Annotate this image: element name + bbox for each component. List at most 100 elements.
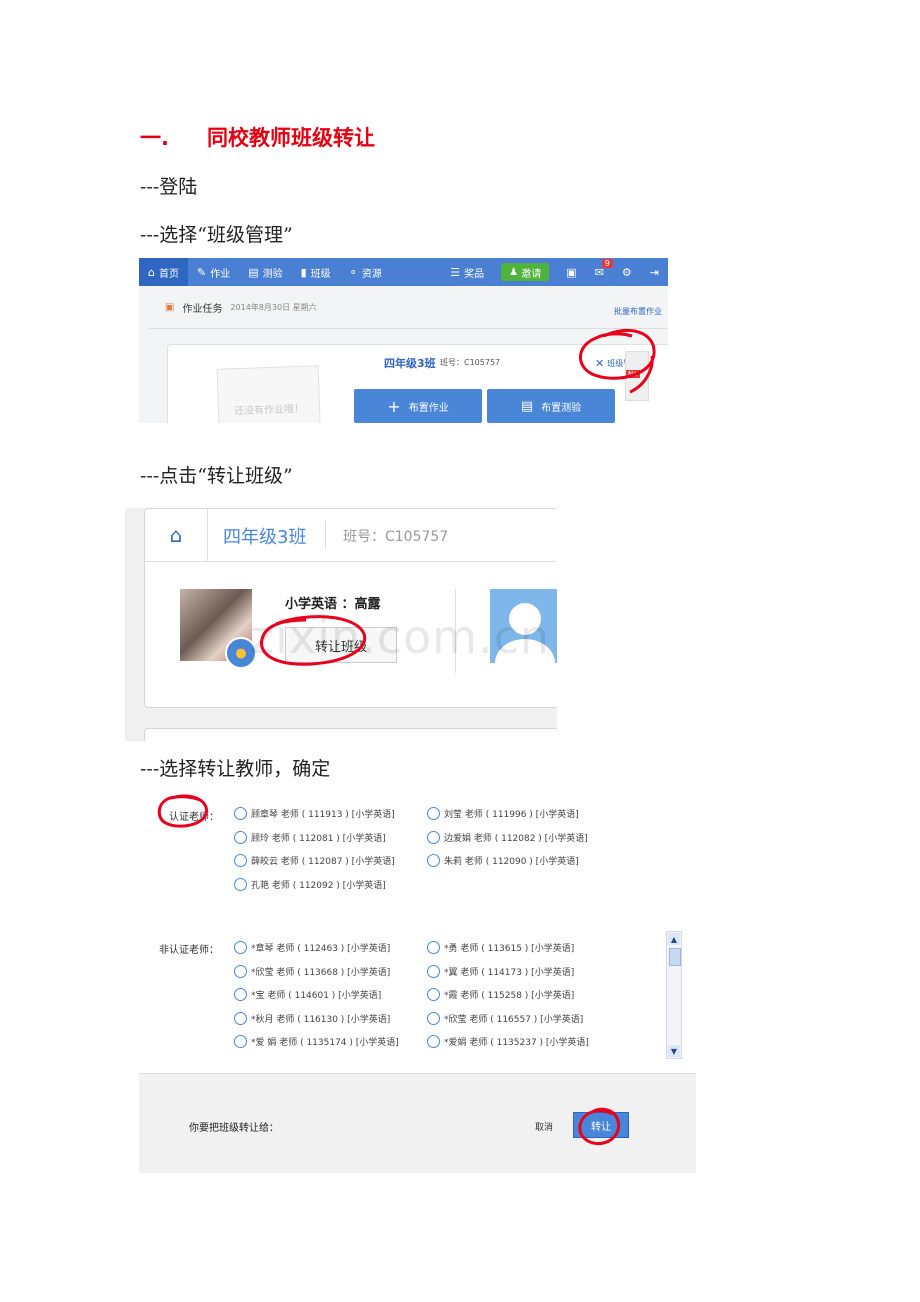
teacher-option[interactable]: *霞 老师 ( 115258 ) [小学英语] [427, 988, 574, 1001]
edit-icon: ✎ [196, 265, 207, 279]
radio-button[interactable] [427, 1011, 440, 1025]
divider [149, 328, 668, 329]
nav-class-label: 班级 [310, 268, 331, 280]
lower-panel [144, 728, 557, 741]
teacher-option-label: 边爱娟 老师 ( 112082 ) [小学英语] [444, 833, 588, 844]
teacher-option-label: 刘莹 老师 ( 111996 ) [小学英语] [444, 810, 579, 820]
radio-button[interactable] [234, 964, 247, 978]
radio-button[interactable] [234, 1011, 247, 1025]
confirm-transfer-button[interactable]: 转让 [573, 1112, 629, 1138]
radio-button[interactable] [427, 807, 440, 820]
plus-icon: + [387, 396, 401, 416]
user-add-icon: ♟ [509, 266, 519, 278]
class-panel: ⌂ 四年级3班 班号：C105757 ● 小学英语 ：高露 转让班级 [144, 508, 557, 708]
nav-quiz[interactable]: ▤ 测验 [239, 258, 291, 286]
gear-icon: ⚙ [621, 265, 632, 279]
document-icon: ▤ [520, 398, 534, 414]
scroll-down-arrow[interactable]: ▼ [668, 1045, 680, 1057]
radio-button[interactable] [234, 941, 247, 954]
teacher-option[interactable]: *欣莹 老师 ( 116557 ) [小学英语] [427, 1011, 583, 1025]
transfer-question: 你要把班级转让给： [189, 1123, 279, 1134]
teacher-option[interactable]: *翼 老师 ( 114173 ) [小学英语] [427, 964, 575, 978]
invite-button[interactable]: ♟ 邀请 [501, 263, 550, 281]
teacher-option[interactable]: *秋月 老师 ( 116130 ) [小学英语] [234, 1011, 390, 1025]
nav-resources[interactable]: ⚬ 资源 [340, 258, 391, 286]
cancel-button[interactable]: 取消 [535, 1120, 553, 1133]
teacher-option[interactable]: 刘莹 老师 ( 111996 ) [小学英语] [427, 807, 579, 820]
teacher-option[interactable]: *宝 老师 ( 114601 ) [小学英语] [234, 988, 381, 1001]
scroll-thumb[interactable] [669, 948, 681, 966]
settings-button[interactable]: ⚙ [613, 258, 641, 286]
teacher-option[interactable]: *勇 老师 ( 113615 ) [小学英语] [427, 941, 574, 954]
teacher-option-label: *欣莹 老师 ( 113668 ) [小学英语] [251, 967, 391, 978]
nav-homework[interactable]: ✎ 作业 [188, 258, 239, 286]
class-icon: ▮ [300, 265, 307, 279]
radio-button[interactable] [427, 1035, 440, 1048]
assign-quiz-button[interactable]: ▤ 布置测验 [487, 389, 615, 423]
radio-button[interactable] [427, 964, 440, 978]
new-badge: Ne [626, 370, 640, 378]
teacher-option[interactable]: *爱 娟 老师 ( 1135174 ) [小学英语] [234, 1035, 399, 1048]
task-date: 2014年8月30日 星期六 [230, 303, 317, 312]
screenshot-choose-teacher: 认证老师： 顾章琴 老师 ( 111913 ) [小学英语] 刘莹 老师 ( 11… [139, 790, 696, 1173]
scroll-up-arrow[interactable]: ▲ [668, 933, 680, 945]
section-number: 一. [140, 126, 169, 150]
teacher-option[interactable]: *章琴 老师 ( 112463 ) [小学英语] [234, 941, 390, 954]
class-card: 还没有作业哦！ 四年级3班 班号：C105757 ✕ 班级管理 + 布置作业 ▤ 布置… [167, 344, 668, 423]
teacher-option-label: 薛皎云 老师 ( 112087 ) [小学英语] [251, 857, 395, 867]
invite-label: 邀请 [521, 268, 542, 280]
clipboard-icon: ▤ [248, 265, 259, 279]
teacher-option[interactable]: 顾玲 老师 ( 112081 ) [小学英语] [234, 830, 386, 844]
radio-button[interactable] [234, 988, 247, 1001]
teacher-option-label: *爱娟 老师 ( 1135237 ) [小学英语] [444, 1038, 589, 1048]
radio-button[interactable] [234, 807, 247, 820]
radio-button[interactable] [234, 1035, 247, 1048]
home-button[interactable]: ⌂ [145, 509, 208, 561]
step-choose-teacher: ---选择转让教师，确定 [140, 758, 331, 780]
teacher-option[interactable]: *爱娟 老师 ( 1135237 ) [小学英语] [427, 1035, 589, 1048]
calendar-icon: ▣ [165, 302, 175, 313]
task-title: 作业任务 [182, 304, 223, 315]
radio-button[interactable] [234, 877, 247, 891]
radio-button[interactable] [234, 830, 247, 844]
nav-home[interactable]: ⌂ 首页 [139, 258, 188, 286]
radio-button[interactable] [427, 830, 440, 844]
class-header: ⌂ 四年级3班 班号：C105757 [145, 509, 557, 562]
teacher-option[interactable]: *欣莹 老师 ( 113668 ) [小学英语] [234, 964, 391, 978]
nav-prizes[interactable]: ☰ 奖品 [441, 258, 493, 286]
radio-button[interactable] [427, 854, 440, 867]
teacher-option[interactable]: 薛皎云 老师 ( 112087 ) [小学英语] [234, 854, 395, 867]
mail-button[interactable]: ✉ 9 [586, 258, 613, 286]
radio-button[interactable] [234, 854, 247, 867]
profile-icon: ▣ [566, 265, 577, 279]
radio-button[interactable] [427, 941, 440, 954]
assign-quiz-label: 布置测验 [541, 402, 582, 414]
profile-button[interactable]: ▣ [557, 258, 585, 286]
home-icon: ⌂ [169, 523, 183, 547]
teacher-option-label: *翼 老师 ( 114173 ) [小学英语] [444, 967, 575, 978]
teacher-option-label: *宝 老师 ( 114601 ) [小学英语] [251, 991, 382, 1001]
divider [325, 521, 326, 549]
scrollbar[interactable]: ▲ ▼ [666, 931, 682, 1059]
class-name[interactable]: 四年级3班 [384, 355, 436, 371]
step-transfer-class: ---点击“转让班级” [140, 465, 293, 487]
logout-button[interactable]: ⇥ [641, 258, 668, 286]
radio-button[interactable] [427, 988, 440, 1001]
section-heading: 一. 同校教师班级转让 [140, 122, 375, 152]
screenshot-dashboard: ⌂ 首页 ✎ 作业 ▤ 测验 ▮ 班级 ⚬ 资源 ☰ 奖品 ♟ 邀请 ▣ ✉ 9 ⚙ ⇥ ▣ … [139, 258, 668, 423]
section-title: 同校教师班级转让 [206, 126, 375, 150]
teacher-option[interactable]: 边爱娟 老师 ( 112082 ) [小学英语] [427, 830, 588, 844]
top-nav: ⌂ 首页 ✎ 作业 ▤ 测验 ▮ 班级 ⚬ 资源 ☰ 奖品 ♟ 邀请 ▣ ✉ 9 ⚙ ⇥ [139, 258, 668, 286]
teacher-option[interactable]: 顾章琴 老师 ( 111913 ) [小学英语] [234, 807, 395, 820]
step-login: ---登陆 [140, 176, 198, 198]
uncertified-label: 非认证老师： [159, 945, 219, 956]
batch-assign-link[interactable]: 批量布置作业 [614, 306, 662, 317]
assign-homework-button[interactable]: + 布置作业 [354, 389, 482, 423]
home-icon: ⌂ [148, 265, 155, 279]
teacher-option[interactable]: 孔艳 老师 ( 112092 ) [小学英语] [234, 877, 386, 891]
mail-badge: 9 [601, 259, 613, 268]
dialog-footer: 你要把班级转让给： 取消 转让 [139, 1073, 696, 1173]
teacher-option-label: 顾章琴 老师 ( 111913 ) [小学英语] [251, 810, 395, 820]
nav-class[interactable]: ▮ 班级 [292, 258, 340, 286]
teacher-option[interactable]: 朱莉 老师 ( 112090 ) [小学英语] [427, 854, 579, 867]
